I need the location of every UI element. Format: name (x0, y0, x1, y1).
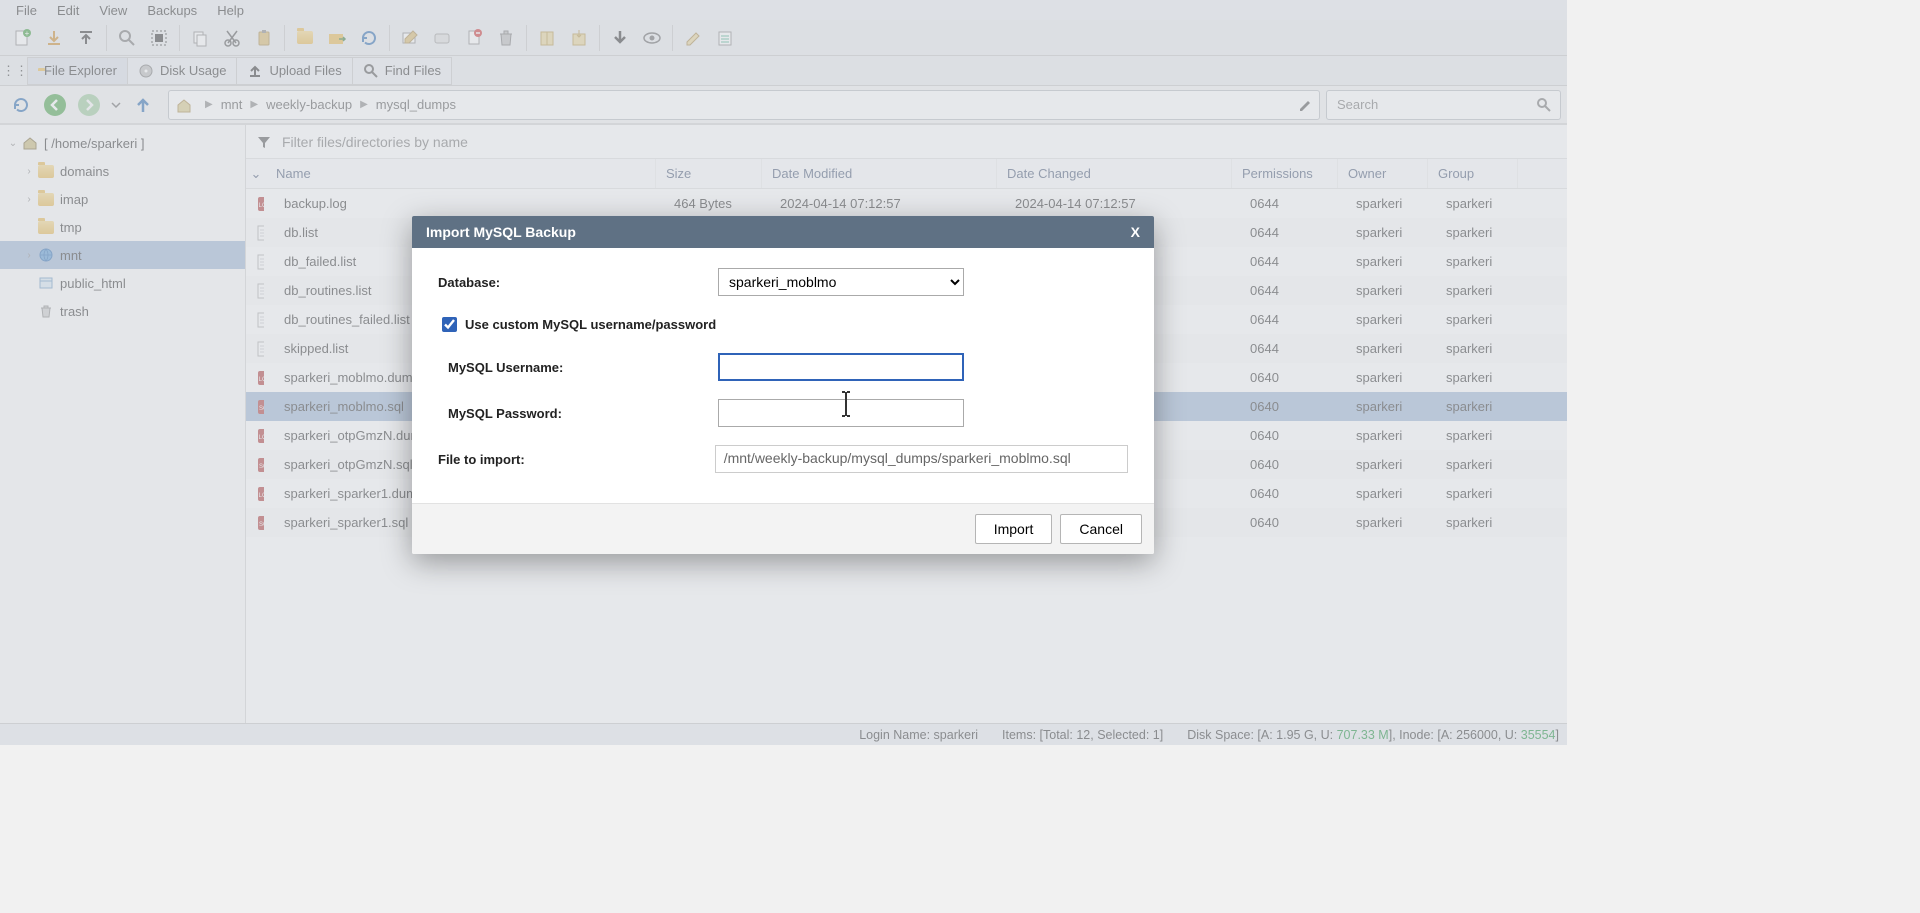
dialog-title: Import MySQL Backup (426, 224, 576, 240)
database-label: Database: (438, 275, 718, 290)
import-button[interactable]: Import (975, 514, 1053, 544)
database-select[interactable]: sparkeri_moblmo (718, 268, 964, 296)
dialog-footer: Import Cancel (412, 503, 1154, 554)
mysql-username-input[interactable] (718, 353, 964, 381)
dialog-titlebar[interactable]: Import MySQL Backup X (412, 216, 1154, 248)
import-mysql-dialog: Import MySQL Backup X Database: sparkeri… (412, 216, 1154, 554)
username-label: MySQL Username: (438, 360, 718, 375)
mysql-password-input[interactable] (718, 399, 964, 427)
custom-credentials-label[interactable]: Use custom MySQL username/password (465, 317, 716, 332)
file-label: File to import: (438, 452, 715, 467)
password-label: MySQL Password: (438, 406, 718, 421)
cancel-button[interactable]: Cancel (1060, 514, 1142, 544)
file-to-import: /mnt/weekly-backup/mysql_dumps/sparkeri_… (715, 445, 1128, 473)
custom-credentials-checkbox[interactable] (442, 317, 457, 332)
close-icon[interactable]: X (1131, 224, 1140, 240)
app-root: File Edit View Backups Help + (0, 0, 1567, 745)
